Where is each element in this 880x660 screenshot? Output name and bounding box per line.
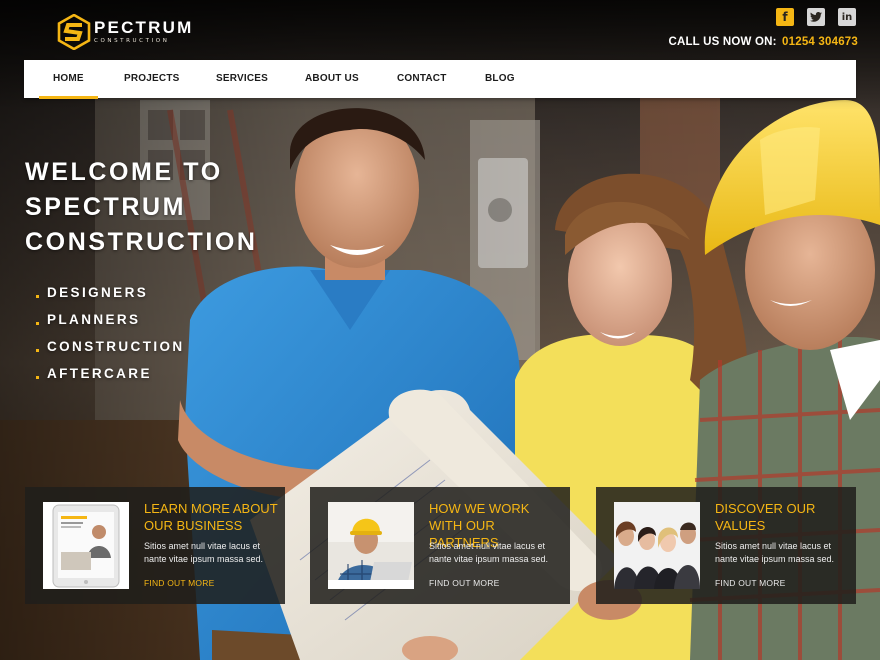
facebook-icon[interactable]: f (776, 8, 794, 26)
bullet-icon (36, 295, 39, 298)
twitter-icon[interactable] (807, 8, 825, 26)
hero-list-item: CONSTRUCTION (36, 337, 185, 364)
card-title: DISCOVER OUR VALUES (715, 501, 816, 533)
info-card-business: LEARN MORE ABOUT OUR BUSINESS Sitios ame… (25, 487, 285, 604)
bullet-icon (36, 322, 39, 325)
hero-services-list: DESIGNERS PLANNERS CONSTRUCTION AFTERCAR… (36, 283, 185, 391)
card-title: LEARN MORE ABOUT OUR BUSINESS (144, 501, 278, 533)
hero-title-line: CONSTRUCTION (25, 228, 258, 256)
info-card-partners: HOW WE WORK WITH OUR PARTNERS Sitios ame… (310, 487, 570, 604)
nav-home[interactable]: HOME (39, 60, 98, 99)
info-card-values: DISCOVER OUR VALUES Sitios amet null vit… (596, 487, 856, 604)
phone-number-link[interactable]: 01254 304673 (782, 36, 858, 48)
hero-title-line: SPECTRUM (25, 193, 187, 221)
hero-title-line: WELCOME TO (25, 158, 223, 186)
call-us-label: CALL US NOW ON: (668, 36, 777, 48)
hexagon-s-logo-icon (57, 14, 91, 50)
card-text: Sitios amet null vitae lacus et nante vi… (429, 541, 549, 564)
card-text: Sitios amet null vitae lacus et nante vi… (715, 541, 835, 564)
main-nav: HOME PROJECTS SERVICES ABOUT US CONTACT … (24, 60, 856, 99)
bullet-icon (36, 349, 39, 352)
bullet-icon (36, 376, 39, 379)
top-bar: PECTRUM CONSTRUCTION f in CALL US NOW ON… (0, 0, 880, 60)
linkedin-icon[interactable]: in (838, 8, 856, 26)
hero-list-item: DESIGNERS (36, 283, 185, 310)
find-out-more-link[interactable]: FIND OUT MORE (429, 578, 499, 588)
hero-title: WELCOME TO SPECTRUM CONSTRUCTION (25, 155, 325, 260)
find-out-more-link[interactable]: FIND OUT MORE (715, 578, 785, 588)
brand-name: PECTRUM (94, 18, 194, 38)
brand-tagline: CONSTRUCTION (94, 38, 170, 45)
hero-list-label: CONSTRUCTION (47, 339, 185, 354)
social-links: f in (776, 8, 856, 26)
hero-list-item: AFTERCARE (36, 364, 185, 391)
hero-list-label: PLANNERS (47, 312, 141, 327)
call-us: CALL US NOW ON: 01254 304673 (668, 36, 858, 48)
nav-services[interactable]: SERVICES (216, 60, 268, 98)
hero-list-label: DESIGNERS (47, 285, 149, 300)
brand-logo[interactable]: PECTRUM CONSTRUCTION (56, 12, 193, 52)
worker-laptop-photo (328, 502, 414, 589)
nav-projects[interactable]: PROJECTS (124, 60, 180, 98)
find-out-more-link[interactable]: FIND OUT MORE (144, 578, 214, 588)
nav-about-us[interactable]: ABOUT US (305, 60, 359, 98)
nav-contact[interactable]: CONTACT (397, 60, 447, 98)
nav-blog[interactable]: BLOG (485, 60, 515, 98)
team-photo (614, 502, 700, 589)
hero-list-item: PLANNERS (36, 310, 185, 337)
tablet-icon (43, 502, 129, 589)
card-text: Sitios amet null vitae lacus et nante vi… (144, 541, 264, 564)
hero-list-label: AFTERCARE (47, 366, 152, 381)
